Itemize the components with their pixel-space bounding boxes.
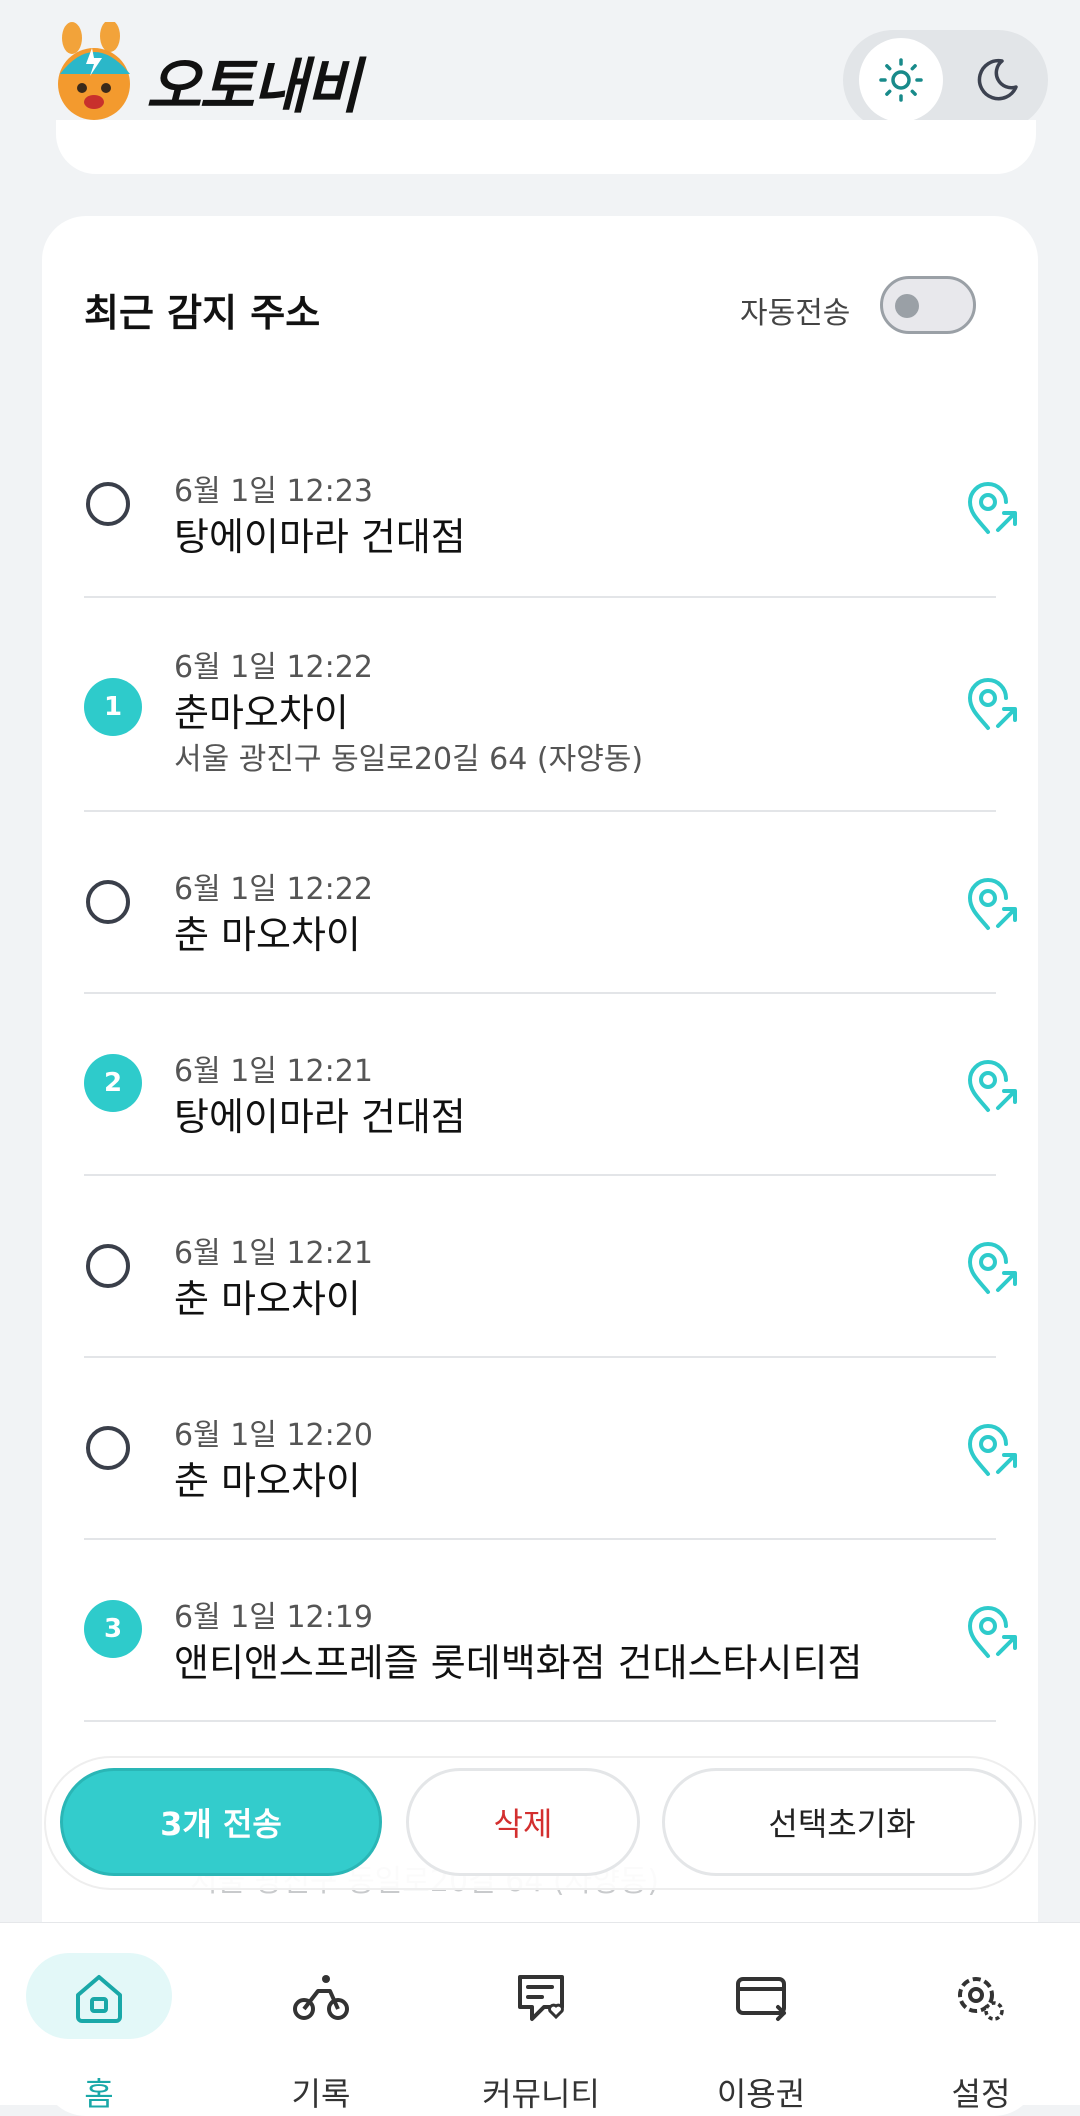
- select-radio[interactable]: [86, 482, 130, 526]
- item-time: 6월 1일 12:19: [174, 1600, 373, 1635]
- tab-community[interactable]: 커뮤니티: [456, 1923, 626, 2113]
- ticket-icon: [736, 1977, 786, 2021]
- auto-send-label: 자동전송: [740, 296, 851, 331]
- list-item[interactable]: 6월 1일 12:23 탕에이마라 건대점: [84, 382, 1017, 598]
- navigate-icon[interactable]: [964, 1242, 1020, 1298]
- navigate-icon[interactable]: [964, 482, 1020, 538]
- reset-selection-button[interactable]: 선택초기화: [662, 1768, 1022, 1876]
- sun-icon: [879, 58, 923, 102]
- bike-icon: [293, 1975, 349, 2020]
- tab-settings[interactable]: 설정: [896, 1923, 1066, 2113]
- tab-home[interactable]: 홈: [26, 1923, 196, 2113]
- item-name: 탕에이마라 건대점: [174, 1095, 466, 1139]
- tab-pass[interactable]: 이용권: [676, 1923, 846, 2113]
- send-button[interactable]: 3개 전송: [60, 1768, 382, 1876]
- list-item[interactable]: 1 6월 1일 12:22 춘마오차이 서울 광진구 동일로20길 64 (자양…: [84, 598, 1017, 812]
- selection-order-badge[interactable]: 1: [84, 678, 142, 736]
- community-icon: [518, 1975, 564, 2021]
- bottom-tab-bar: 홈 기록 커뮤니티 이용권 설정: [0, 1922, 1080, 2113]
- theme-toggle[interactable]: [843, 30, 1048, 130]
- app-title: 오토내비: [146, 52, 361, 122]
- item-address: 서울 광진구 동일로20길 64 (자양동): [174, 742, 644, 777]
- list-item[interactable]: 6월 1일 12:21 춘 마오차이: [84, 1176, 1017, 1358]
- item-name: 앤티앤스프레즐 롯데백화점 건대스타시티점: [174, 1641, 863, 1685]
- logo-icon: [58, 22, 130, 120]
- previous-card-edge: [56, 120, 1036, 174]
- item-time: 6월 1일 12:22: [174, 872, 373, 907]
- item-name: 춘마오차이: [174, 691, 349, 735]
- list-item[interactable]: 6월 1일 12:22 춘 마오차이: [84, 812, 1017, 994]
- item-time: 6월 1일 12:23: [174, 474, 373, 509]
- delete-button[interactable]: 삭제: [406, 1768, 640, 1876]
- moon-icon: [977, 58, 1018, 101]
- item-time: 6월 1일 12:22: [174, 650, 373, 685]
- item-name: 춘 마오차이: [174, 913, 361, 957]
- tab-label: 설정: [951, 2075, 1011, 2113]
- item-name: 탕에이마라 건대점: [174, 515, 466, 559]
- tab-records[interactable]: 기록: [236, 1923, 406, 2113]
- item-name: 춘 마오차이: [174, 1459, 361, 1503]
- selection-order-badge[interactable]: 3: [84, 1600, 142, 1658]
- select-radio[interactable]: [86, 880, 130, 924]
- tab-label: 홈: [84, 2075, 114, 2113]
- light-mode-button[interactable]: [859, 38, 943, 122]
- navigate-icon[interactable]: [964, 1060, 1020, 1116]
- home-icon: [76, 1975, 122, 2023]
- item-time: 6월 1일 12:21: [174, 1236, 373, 1271]
- selection-order-badge[interactable]: 2: [84, 1054, 142, 1112]
- tab-label: 이용권: [716, 2075, 806, 2113]
- section-title: 최근 감지 주소: [84, 291, 321, 335]
- tab-label: 커뮤니티: [482, 2075, 600, 2113]
- navigate-icon[interactable]: [964, 878, 1020, 934]
- switch-knob: [895, 294, 919, 318]
- navigate-icon[interactable]: [964, 1424, 1020, 1480]
- dark-mode-button[interactable]: [955, 38, 1039, 122]
- item-name: 춘 마오차이: [174, 1277, 361, 1321]
- select-radio[interactable]: [86, 1244, 130, 1288]
- list-item[interactable]: 3 6월 1일 12:19 앤티앤스프레즐 롯데백화점 건대스타시티점: [84, 1540, 1017, 1722]
- settings-icon: [958, 1977, 1004, 2021]
- list-item[interactable]: 2 6월 1일 12:21 탕에이마라 건대점: [84, 994, 1017, 1176]
- list-item[interactable]: 6월 1일 12:20 춘 마오차이: [84, 1358, 1017, 1540]
- auto-send-switch[interactable]: [880, 276, 976, 334]
- item-time: 6월 1일 12:20: [174, 1418, 373, 1453]
- tab-label: 기록: [291, 2075, 351, 2113]
- navigate-icon[interactable]: [964, 1606, 1020, 1662]
- navigate-icon[interactable]: [964, 678, 1020, 734]
- select-radio[interactable]: [86, 1426, 130, 1470]
- item-time: 6월 1일 12:21: [174, 1054, 373, 1089]
